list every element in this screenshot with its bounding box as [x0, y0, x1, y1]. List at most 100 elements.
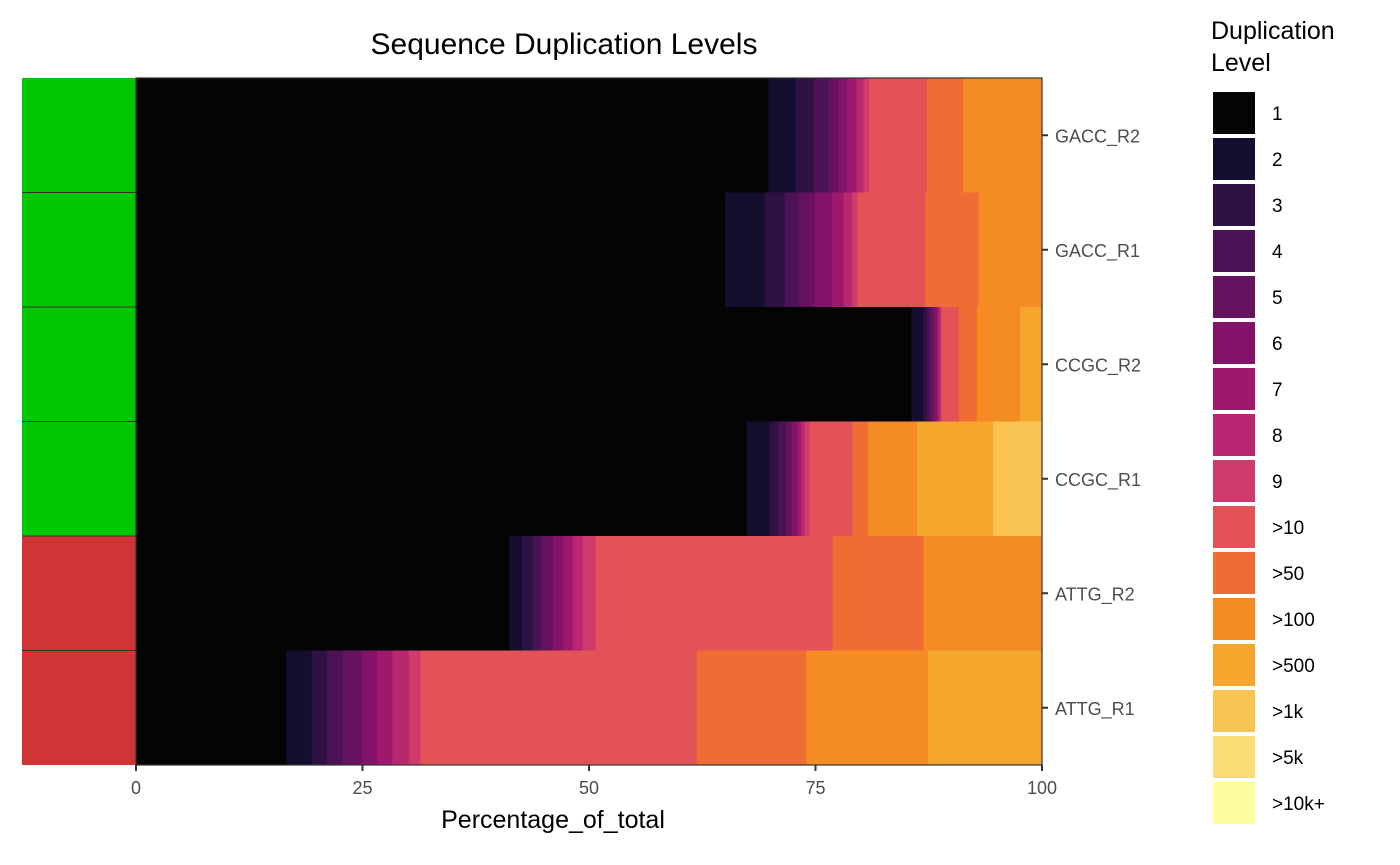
status-cell-attg-r2 — [22, 536, 136, 651]
legend-key — [1213, 644, 1255, 686]
legend-label: >10k+ — [1272, 794, 1325, 815]
bar-segment-attg-r2-level-3 — [532, 536, 543, 651]
x-axis: 0 25 50 75 100 — [131, 765, 1057, 798]
bar-segment-gacc-r2-level-2 — [795, 78, 815, 193]
bar-segment-gacc-r2-level-5 — [838, 78, 848, 193]
bar-segment-attg-r1-level-10 — [696, 650, 807, 765]
bar-segment-ccgc-r2-level-11 — [976, 307, 1021, 422]
bar-segment-attg-r1-level-3 — [327, 650, 343, 765]
bar-segment-gacc-r2-level-4 — [828, 78, 839, 193]
bar-segment-gacc-r2-level-3 — [813, 78, 829, 193]
bar-segment-ccgc-r1-level-11 — [868, 421, 918, 536]
x-tick-label: 75 — [805, 778, 825, 798]
x-axis-title: Percentage_of_total — [441, 806, 665, 834]
legend-label: 8 — [1272, 426, 1283, 447]
bar-segment-gacc-r1-level-9 — [857, 192, 926, 307]
legend-key — [1213, 598, 1255, 640]
bar-segment-attg-r2-level-5 — [552, 536, 564, 651]
legend-key — [1213, 736, 1255, 778]
legend-key — [1213, 460, 1255, 502]
legend-key — [1213, 368, 1255, 410]
bar-segment-attg-r2-level-4 — [541, 536, 554, 651]
bar-segment-attg-r1-level-12 — [927, 650, 1043, 765]
legend-key — [1213, 506, 1255, 548]
legend-key — [1213, 414, 1255, 456]
legend-label: 7 — [1272, 380, 1283, 401]
bar-segment-gacc-r2-level-11 — [963, 78, 1043, 193]
legend-title-line2: Level — [1211, 49, 1271, 77]
bar-segment-gacc-r1-level-8 — [851, 192, 858, 307]
x-tick-label: 100 — [1027, 778, 1057, 798]
legend-key — [1213, 230, 1255, 272]
status-cell-ccgc-r2 — [22, 307, 136, 422]
bar-segment-ccgc-r2-level-12 — [1020, 307, 1043, 422]
x-tick-label: 50 — [579, 778, 599, 798]
bar-segment-attg-r1-level-0 — [136, 650, 287, 765]
bar-segment-attg-r1-level-1 — [286, 650, 313, 765]
bar-segment-gacc-r1-level-4 — [799, 192, 815, 307]
bar-segment-ccgc-r1-level-2 — [769, 421, 779, 536]
bar-segment-attg-r2-level-7 — [572, 536, 584, 651]
bars-group — [136, 78, 1043, 765]
bar-segment-gacc-r2-level-0 — [136, 78, 769, 193]
bar-segment-attg-r1-level-7 — [392, 650, 410, 765]
legend-key — [1213, 322, 1255, 364]
bar-segment-gacc-r1-level-11 — [978, 192, 1043, 307]
legend-label: >500 — [1272, 656, 1315, 677]
legend-key — [1213, 782, 1255, 824]
status-cell-gacc-r2 — [22, 78, 136, 193]
bar-segment-gacc-r2-level-1 — [768, 78, 796, 193]
bar-segment-gacc-r1-level-2 — [764, 192, 786, 307]
status-cell-gacc-r1 — [22, 192, 136, 307]
duplication-chart: Sequence Duplication Levels 0 25 50 75 100 G… — [22, 17, 1335, 834]
status-strip — [22, 78, 136, 765]
legend-label: >100 — [1272, 610, 1315, 631]
bar-segment-attg-r2-level-2 — [521, 536, 534, 651]
status-cell-attg-r1 — [22, 650, 136, 765]
bar-segment-ccgc-r1-level-10 — [852, 421, 869, 536]
legend-title-line1: Duplication — [1211, 17, 1335, 45]
chart-title: Sequence Duplication Levels — [371, 28, 758, 61]
bar-segment-gacc-r1-level-1 — [724, 192, 766, 307]
bar-segment-attg-r1-level-9 — [420, 650, 698, 765]
legend-label: >1k — [1272, 702, 1304, 723]
y-axis: GACC_R2 GACC_R1 CCGC_R2 CCGC_R1 ATTG_R2 ATTG_… — [1042, 126, 1141, 720]
bar-segment-gacc-r1-level-10 — [925, 192, 979, 307]
legend-label: 3 — [1272, 196, 1283, 217]
bar-segment-ccgc-r1-level-4 — [785, 421, 793, 536]
bar-segment-ccgc-r1-level-1 — [746, 421, 770, 536]
legend-label: 9 — [1272, 472, 1283, 493]
bar-segment-ccgc-r1-level-9 — [809, 421, 854, 536]
bar-segment-gacc-r1-level-5 — [814, 192, 833, 307]
y-tick-label: GACC_R1 — [1055, 241, 1140, 262]
bar-segment-attg-r2-level-11 — [923, 536, 1043, 651]
bar-segment-ccgc-r2-level-4 — [930, 307, 935, 422]
legend-key — [1213, 276, 1255, 318]
bar-segment-ccgc-r2-level-3 — [926, 307, 931, 422]
bar-segment-gacc-r1-level-0 — [136, 192, 726, 307]
legend-key — [1213, 92, 1255, 134]
bar-segment-ccgc-r1-level-5 — [791, 421, 798, 536]
bar-segment-ccgc-r1-level-12 — [916, 421, 994, 536]
bar-segment-gacc-r2-level-7 — [856, 78, 864, 193]
legend-key — [1213, 138, 1255, 180]
bar-segment-ccgc-r2-level-5 — [934, 307, 938, 422]
bar-segment-ccgc-r1-level-6 — [797, 421, 802, 536]
y-tick-label: CCGC_R1 — [1055, 470, 1141, 491]
bar-segment-ccgc-r2-level-1 — [911, 307, 924, 422]
legend-label: 4 — [1272, 242, 1283, 263]
legend-label: 1 — [1272, 104, 1283, 125]
bar-segment-gacc-r1-level-7 — [843, 192, 853, 307]
bar-segment-gacc-r2-level-10 — [926, 78, 964, 193]
bar-segment-gacc-r2-level-8 — [863, 78, 870, 193]
bar-segment-attg-r2-level-6 — [562, 536, 574, 651]
bar-segment-ccgc-r1-level-7 — [801, 421, 806, 536]
bar-segment-ccgc-r1-level-3 — [778, 421, 787, 536]
legend: Duplication Level 1 2 3 4 5 6 7 8 9 >10 >50 >100 >50… — [1211, 17, 1335, 824]
bar-segment-ccgc-r2-level-9 — [941, 307, 960, 422]
bar-segment-gacc-r2-level-6 — [847, 78, 857, 193]
bar-segment-ccgc-r1-level-13 — [993, 421, 1043, 536]
bar-segment-attg-r1-level-2 — [311, 650, 328, 765]
bar-segment-ccgc-r2-level-0 — [136, 307, 912, 422]
legend-label: >5k — [1272, 748, 1304, 769]
